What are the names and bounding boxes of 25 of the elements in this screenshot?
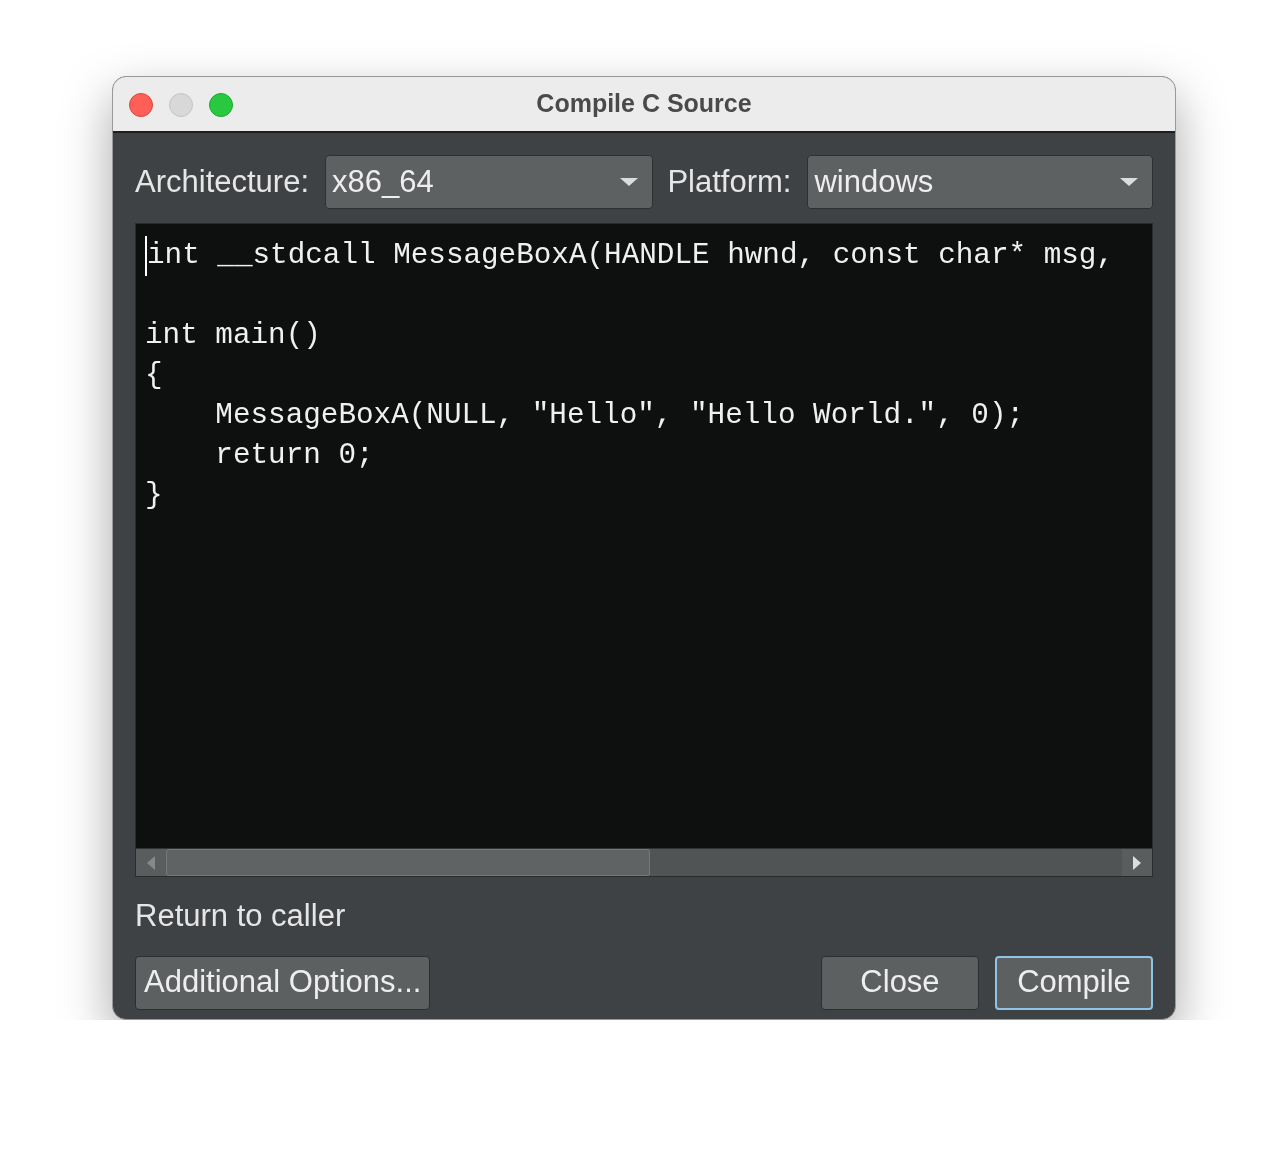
code-line: } [145, 478, 163, 514]
code-line: MessageBoxA(NULL, "Hello", "Hello World.", 0); [214, 398, 1025, 434]
caret-icon [620, 178, 639, 186]
field-label: Architecture: [135, 162, 309, 201]
button[interactable]: Close [821, 955, 979, 1010]
horizontal-scrollbar[interactable] [136, 848, 1152, 876]
zoom-button[interactable] [209, 93, 233, 117]
window-title: Compile C Source [536, 88, 752, 120]
caret-icon [1120, 178, 1138, 186]
code-line: int __stdcall MessageBoxA(HANDLE hwnd, const char* msg, [145, 236, 1114, 276]
close-button[interactable] [129, 93, 153, 117]
button[interactable]: Additional Options... [135, 955, 431, 1010]
button[interactable]: Compile [995, 955, 1153, 1010]
dropdown[interactable]: x86_64 [325, 155, 654, 209]
scroll-right-icon[interactable] [1132, 855, 1142, 870]
status-text: Return to caller [135, 897, 347, 935]
minimize-button[interactable] [169, 93, 193, 117]
code-line: { [145, 358, 163, 394]
code-line: return 0; [214, 438, 374, 474]
dropdown[interactable]: windows [807, 155, 1153, 209]
scrollbar-thumb[interactable] [166, 849, 650, 876]
code-editor[interactable]: int __stdcall MessageBoxA(HANDLE hwnd, const char* msg, int main() { MessageBoxA(NULL, "Hello", "Hello World.", 0); return 0; } [135, 223, 1153, 877]
scroll-left-icon[interactable] [146, 855, 156, 870]
code-line: int main() [145, 318, 321, 354]
field-label: Platform: [667, 162, 792, 201]
